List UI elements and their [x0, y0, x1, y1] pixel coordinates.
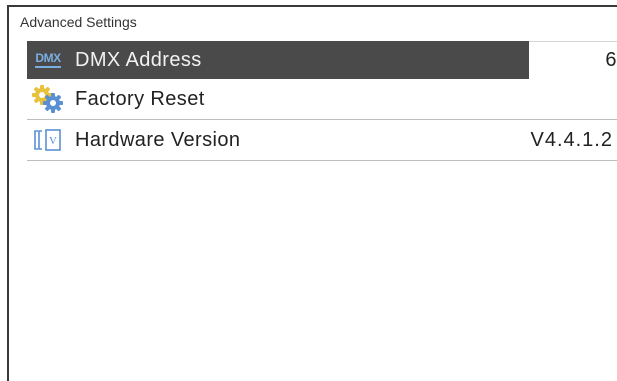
dmx-address-value[interactable]: 6 — [529, 41, 617, 79]
advanced-settings-screen: Advanced Settings DMX DMX Address 6 Fact… — [7, 5, 617, 381]
dmx-icon: DMX — [29, 45, 67, 75]
menu-item-dmx-address[interactable]: DMX DMX Address 6 — [27, 41, 617, 79]
settings-menu: DMX DMX Address 6 Factory Reset V Hardwa… — [27, 41, 617, 161]
menu-item-hardware-version[interactable]: V Hardware Version V4.4.1.2 — [27, 120, 617, 161]
menu-item-label: Hardware Version — [75, 128, 241, 151]
menu-item-label: DMX Address — [75, 48, 202, 71]
svg-text:V: V — [49, 135, 57, 147]
hardware-version-value: V4.4.1.2 — [530, 128, 613, 151]
hardware-version-icon: V — [29, 125, 67, 155]
gears-icon — [29, 84, 67, 114]
menu-item-dmx-address-highlight[interactable]: DMX DMX Address — [27, 41, 529, 79]
page-title: Advanced Settings — [20, 14, 137, 30]
menu-item-factory-reset[interactable]: Factory Reset — [27, 79, 617, 120]
menu-item-label: Factory Reset — [75, 87, 205, 110]
